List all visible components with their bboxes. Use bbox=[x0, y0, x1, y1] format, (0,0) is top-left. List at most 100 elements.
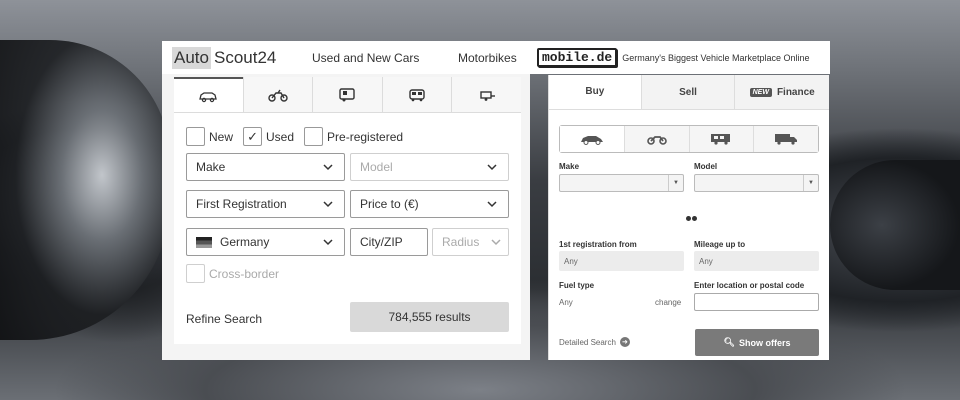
loading-dots bbox=[686, 216, 698, 221]
trailer-icon bbox=[479, 90, 495, 101]
city-zip-input[interactable]: City/ZIP bbox=[350, 228, 428, 256]
tab-trailer[interactable] bbox=[451, 77, 521, 112]
show-offers-button[interactable]: 🔍︎ Show offers bbox=[695, 329, 819, 356]
make-select[interactable]: Make bbox=[186, 153, 345, 181]
vehicle-motorbike-button[interactable] bbox=[623, 126, 689, 152]
model-select-value: Model bbox=[360, 160, 393, 174]
vehicle-truck-button[interactable] bbox=[753, 126, 818, 152]
results-button[interactable]: 784,555 results bbox=[350, 302, 509, 332]
mileage-value: Any bbox=[699, 256, 713, 266]
location-label: Enter location or postal code bbox=[694, 281, 805, 290]
radius-select[interactable]: Radius bbox=[432, 228, 509, 256]
dropdown-arrow-icon: ▼ bbox=[803, 175, 818, 191]
first-registration-field[interactable]: Any bbox=[559, 251, 684, 271]
detailed-search-link[interactable]: Detailed Search ➜ bbox=[559, 337, 630, 347]
mileage-label: Mileage up to bbox=[694, 240, 746, 249]
cross-border-checkbox[interactable]: Cross-border bbox=[186, 264, 279, 283]
checkbox-box-checked[interactable]: ✓ bbox=[243, 127, 263, 146]
fuel-type-value: Any bbox=[559, 298, 573, 307]
first-registration-value: First Registration bbox=[196, 197, 287, 211]
price-to-select[interactable]: Price to (€) bbox=[350, 190, 509, 218]
country-value: Germany bbox=[220, 235, 270, 249]
mirror-graphic bbox=[830, 160, 960, 290]
chevron-down-icon bbox=[323, 164, 333, 171]
autoscout-logo[interactable]: Auto Scout24 bbox=[172, 46, 277, 69]
logo-scout: Scout24 bbox=[213, 47, 277, 67]
price-to-value: Price to (€) bbox=[360, 197, 419, 211]
model-label: Model bbox=[694, 162, 718, 171]
truck-icon bbox=[775, 134, 798, 145]
mileage-field[interactable]: Any bbox=[694, 251, 819, 271]
vehicle-motorhome-button[interactable] bbox=[688, 126, 754, 152]
checkbox-box[interactable] bbox=[186, 264, 205, 283]
tab-finance-label: Finance bbox=[776, 86, 815, 98]
new-badge: NEW bbox=[749, 87, 772, 97]
first-registration-select[interactable]: First Registration bbox=[186, 190, 345, 218]
tab-van[interactable] bbox=[381, 77, 452, 112]
chevron-down-icon bbox=[487, 201, 497, 208]
arrow-right-icon: ➜ bbox=[619, 337, 630, 347]
vehicle-type-tabs bbox=[174, 77, 521, 113]
cross-border-label: Cross-border bbox=[209, 266, 280, 281]
condition-checkboxes: New ✓ Used Pre-registered bbox=[186, 127, 413, 146]
flag-germany-icon bbox=[196, 236, 212, 248]
checkmark-icon: ✓ bbox=[247, 128, 258, 144]
show-offers-label: Show offers bbox=[738, 337, 791, 348]
mobile-logo[interactable]: mobile.de bbox=[537, 48, 618, 67]
fuel-type-label: Fuel type bbox=[559, 281, 595, 290]
tab-car[interactable] bbox=[174, 77, 243, 112]
caravan-icon bbox=[339, 87, 356, 101]
checkbox-preregistered[interactable]: Pre-registered bbox=[304, 127, 403, 146]
detailed-search-label: Detailed Search bbox=[559, 337, 616, 347]
chevron-down-icon bbox=[487, 164, 497, 171]
motorhome-icon bbox=[711, 134, 731, 145]
mobile-tabs: Buy Sell NEW Finance bbox=[549, 75, 829, 110]
checkbox-used[interactable]: ✓ Used bbox=[243, 127, 294, 146]
car-icon bbox=[580, 136, 603, 145]
chevron-down-icon bbox=[491, 239, 501, 246]
headlight-graphic bbox=[0, 40, 170, 340]
autoscout-header: Auto Scout24 Used and New Cars Motorbike… bbox=[162, 41, 530, 74]
nav-used-new-cars[interactable]: Used and New Cars bbox=[312, 51, 419, 65]
mobile-tagline: Germany's Biggest Vehicle Marketplace On… bbox=[622, 52, 810, 63]
country-select[interactable]: Germany bbox=[186, 228, 345, 256]
tab-sell[interactable]: Sell bbox=[640, 75, 735, 109]
motorbike-icon bbox=[646, 136, 667, 145]
checkbox-box[interactable] bbox=[304, 127, 324, 146]
autoscout-search-card: New ✓ Used Pre-registered Make Model Fir… bbox=[174, 77, 521, 344]
checkbox-new-label: New bbox=[209, 129, 234, 144]
mobile-header: mobile.de Germany's Biggest Vehicle Mark… bbox=[530, 41, 830, 74]
tab-motorbike[interactable] bbox=[242, 77, 313, 112]
city-zip-placeholder: City/ZIP bbox=[360, 235, 403, 249]
make-select-value: Make bbox=[196, 160, 226, 174]
search-icon: 🔍︎ bbox=[723, 337, 735, 347]
refine-search-link[interactable]: Refine Search bbox=[186, 312, 262, 326]
checkbox-box[interactable] bbox=[186, 127, 205, 146]
make-label: Make bbox=[559, 162, 580, 171]
location-input[interactable] bbox=[694, 293, 819, 311]
van-icon bbox=[409, 88, 425, 101]
vehicle-car-button[interactable] bbox=[560, 126, 624, 152]
tab-buy[interactable]: Buy bbox=[549, 75, 641, 109]
chevron-down-icon bbox=[323, 201, 333, 208]
tab-caravan[interactable] bbox=[312, 77, 382, 112]
logo-auto: Auto bbox=[172, 46, 211, 69]
make-dropdown[interactable]: ▼ bbox=[559, 174, 684, 192]
chevron-down-icon bbox=[323, 239, 333, 246]
checkbox-preregistered-label: Pre-registered bbox=[327, 129, 404, 144]
checkbox-new[interactable]: New bbox=[186, 127, 233, 146]
car-icon bbox=[199, 91, 218, 102]
first-registration-value: Any bbox=[564, 256, 578, 266]
checkbox-used-label: Used bbox=[266, 129, 295, 144]
mobile-search-panel: Buy Sell NEW Finance Make ▼ Model ▼ 1st … bbox=[548, 75, 829, 360]
model-dropdown[interactable]: ▼ bbox=[694, 174, 819, 192]
dropdown-arrow-icon: ▼ bbox=[668, 175, 683, 191]
tab-finance[interactable]: NEW Finance bbox=[734, 75, 829, 109]
first-registration-label: 1st registration from bbox=[559, 240, 637, 249]
model-select[interactable]: Model bbox=[350, 153, 509, 181]
radius-value: Radius bbox=[442, 235, 480, 249]
autoscout-panel: Auto Scout24 Used and New Cars Motorbike… bbox=[162, 41, 530, 360]
fuel-change-link[interactable]: change bbox=[655, 298, 681, 307]
motorbike-icon bbox=[268, 89, 288, 102]
nav-motorbikes[interactable]: Motorbikes bbox=[458, 51, 517, 65]
